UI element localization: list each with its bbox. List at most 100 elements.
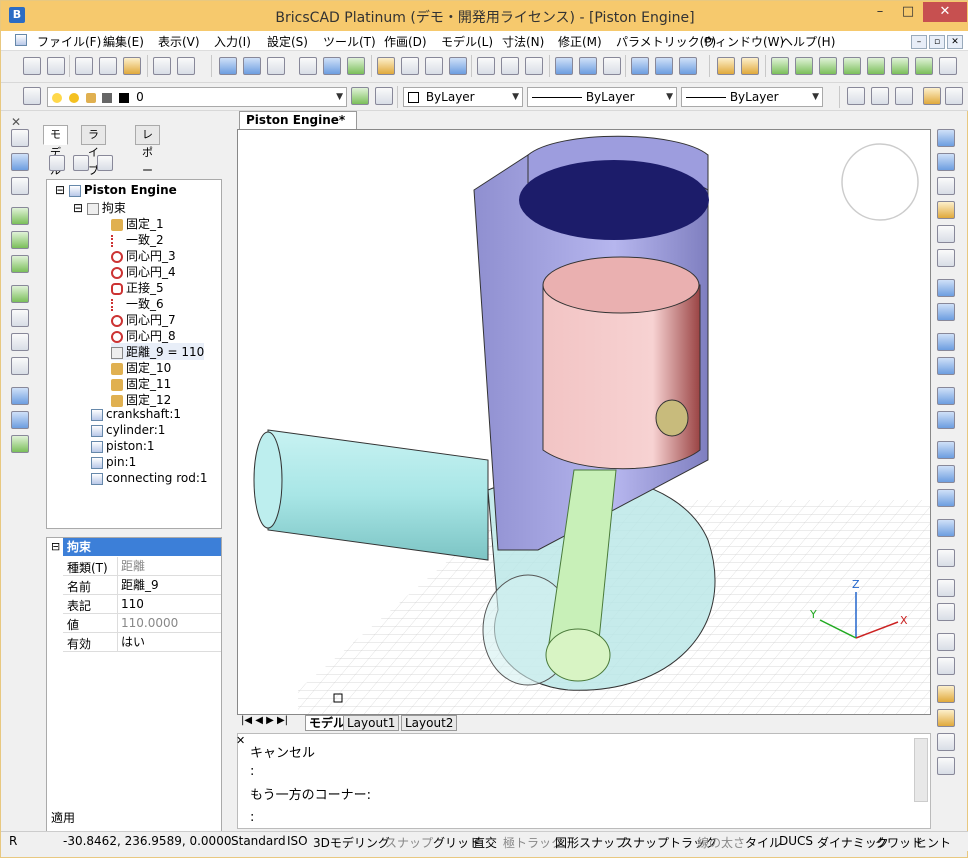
view-front-icon[interactable] [477, 57, 495, 75]
list-item[interactable]: pin:1 [91, 455, 136, 469]
close-button[interactable]: ✕ [923, 2, 967, 22]
menu-help[interactable]: ヘルプ(H) [781, 33, 835, 50]
modify-6-icon[interactable] [937, 249, 955, 267]
menu-window[interactable]: ウィンドウ(W) [703, 33, 784, 50]
table-row[interactable]: 表記 110 [63, 595, 221, 614]
tab-layout1[interactable]: Layout1 [343, 715, 400, 731]
ucs-origin-icon[interactable] [401, 57, 419, 75]
view-side-icon[interactable] [501, 57, 519, 75]
tree-tool-1-icon[interactable] [49, 155, 65, 171]
list-item[interactable]: 同心円_8 [111, 327, 176, 344]
ucs-face-icon[interactable] [449, 57, 467, 75]
collapse-icon[interactable]: ⊟ [51, 540, 60, 553]
mdi-restore-button[interactable]: ▫ [929, 35, 945, 49]
material-icon[interactable] [717, 57, 735, 75]
ucs-rotate-icon[interactable] [425, 57, 443, 75]
menu-settings[interactable]: 設定(S) [267, 33, 308, 50]
mdi-minimize-button[interactable]: – [911, 35, 927, 49]
extrude-icon[interactable] [603, 57, 621, 75]
sort-az-icon[interactable] [97, 155, 113, 171]
pan-icon[interactable] [219, 57, 237, 75]
scale-icon[interactable] [937, 303, 955, 321]
component-replace-icon[interactable] [843, 57, 861, 75]
save-icon[interactable] [75, 57, 93, 75]
modify-5-icon[interactable] [937, 225, 955, 243]
command-scrollbar[interactable] [914, 738, 928, 802]
render-icon[interactable] [679, 57, 697, 75]
join-icon[interactable] [937, 519, 955, 537]
tab-layout2[interactable]: Layout2 [401, 715, 458, 731]
color-combo[interactable]: ByLayer ▼ [403, 87, 523, 107]
align-icon[interactable] [11, 411, 29, 429]
toggle-snap[interactable]: スナップ [385, 834, 433, 851]
light-icon[interactable] [741, 57, 759, 75]
sphere-icon[interactable] [937, 733, 955, 751]
orbit-icon[interactable] [243, 57, 261, 75]
tab-nav-first-icon[interactable]: |◀ ◀ ▶ ▶| [241, 715, 288, 726]
toggle-lineweight[interactable]: 線の太さ [697, 834, 745, 851]
document-tab[interactable]: Piston Engine* ✕ [239, 111, 357, 143]
layer-combo[interactable]: 0 ▼ [47, 87, 347, 107]
pencil-icon[interactable] [937, 709, 955, 727]
line-icon[interactable] [11, 129, 29, 147]
close-icon[interactable]: ✕ [236, 734, 245, 747]
linetype-combo[interactable]: ByLayer ▼ [527, 87, 677, 107]
tree-root[interactable]: ⊟ Piston Engine [55, 183, 177, 197]
hatch-edit-icon[interactable] [937, 685, 955, 703]
table-row[interactable]: 値 110.0000 [63, 614, 221, 633]
union-icon[interactable] [11, 285, 29, 303]
open-icon[interactable] [47, 57, 65, 75]
ucs-icon[interactable] [377, 57, 395, 75]
document-icon[interactable] [15, 34, 27, 46]
layer-tool-1-icon[interactable] [847, 87, 865, 105]
offset-icon[interactable] [11, 255, 29, 273]
bomb-icon[interactable] [937, 757, 955, 775]
minimize-button[interactable]: – [867, 2, 893, 22]
table-row[interactable]: 種類(T) 距離 [63, 557, 221, 576]
menu-view[interactable]: 表示(V) [158, 33, 200, 50]
explode-icon[interactable] [11, 387, 29, 405]
wireframe-icon[interactable] [655, 57, 673, 75]
menu-edit[interactable]: 編集(E) [103, 33, 144, 50]
break-icon[interactable] [937, 489, 955, 507]
prop-value[interactable]: 距離_9 [117, 576, 221, 595]
prop-value[interactable]: 110 [117, 595, 221, 614]
mirror-icon[interactable] [937, 333, 955, 351]
new-icon[interactable] [23, 57, 41, 75]
copy-icon[interactable] [11, 177, 29, 195]
list-item[interactable]: 正接_5 [111, 279, 164, 296]
apply-button[interactable]: 適用 [51, 809, 75, 826]
menu-tools[interactable]: ツール(T) [323, 33, 376, 50]
list-item[interactable]: crankshaft:1 [91, 407, 181, 421]
mirror3d-icon[interactable] [937, 357, 955, 375]
refresh-icon[interactable] [347, 57, 365, 75]
component-new-icon[interactable] [819, 57, 837, 75]
list-item-selected[interactable]: 距離_9 = 110 [111, 343, 205, 360]
house-icon[interactable] [11, 357, 29, 375]
menu-modify[interactable]: 修正(M) [558, 33, 602, 50]
tree-group[interactable]: ⊟ 拘束 [73, 199, 126, 216]
lock-tool-icon[interactable] [923, 87, 941, 105]
list-item[interactable]: 一致_6 [111, 295, 164, 312]
command-line[interactable]: ✕ キャンセル : もう一方のコーナー: : [236, 733, 931, 829]
rotate-icon[interactable] [937, 279, 955, 297]
move-icon[interactable] [11, 153, 29, 171]
viewcube-ring[interactable] [841, 143, 919, 221]
stretch-icon[interactable] [11, 207, 29, 225]
list-item[interactable]: connecting rod:1 [91, 471, 208, 485]
list-item[interactable]: 同心円_7 [111, 311, 176, 328]
component-update-icon[interactable] [915, 57, 933, 75]
mdi-close-button[interactable]: ✕ [947, 35, 963, 49]
panel-close-icon[interactable]: ✕ [11, 115, 21, 129]
bom-icon[interactable] [939, 57, 957, 75]
crankshaft[interactable] [267, 429, 489, 561]
tree-tool-2-icon[interactable] [73, 155, 89, 171]
zoom-icon[interactable] [267, 57, 285, 75]
layer-tool-2-icon[interactable] [871, 87, 889, 105]
list-item[interactable]: 固定_10 [111, 359, 171, 376]
list-item[interactable]: 固定_12 [111, 391, 171, 408]
box-icon[interactable] [323, 57, 341, 75]
table-row[interactable]: 名前 距離_9 [63, 576, 221, 595]
lineweight-combo[interactable]: ByLayer ▼ [681, 87, 823, 107]
mirror-icon[interactable] [11, 333, 29, 351]
